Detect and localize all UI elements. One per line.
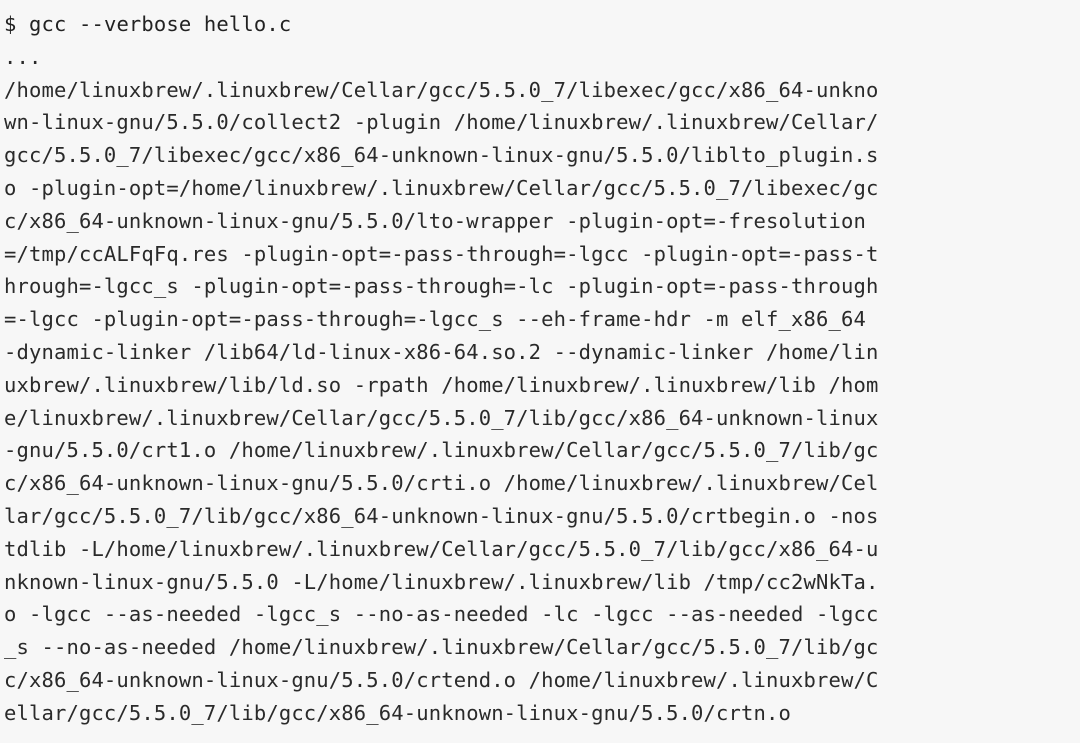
output-line: o -plugin-opt=/home/linuxbrew/.linuxbrew… <box>4 175 879 200</box>
output-line: =-lgcc -plugin-opt=-pass-through=-lgcc_s… <box>4 307 866 332</box>
output-line: c/x86_64-unknown-linux-gnu/5.5.0/lto-wra… <box>4 208 866 233</box>
output-line: tdlib -L/home/linuxbrew/.linuxbrew/Cella… <box>4 536 879 561</box>
output-line: e/linuxbrew/.linuxbrew/Cellar/gcc/5.5.0_… <box>4 405 879 430</box>
output-line: nknown-linux-gnu/5.5.0 -L/home/linuxbrew… <box>4 569 879 594</box>
output-line: o -lgcc --as-needed -lgcc_s --no-as-need… <box>4 602 879 627</box>
output-line: hrough=-lgcc_s -plugin-opt=-pass-through… <box>4 274 879 299</box>
output-line: wn-linux-gnu/5.5.0/collect2 -plugin /hom… <box>4 110 879 135</box>
output-line: -dynamic-linker /lib64/ld-linux-x86-64.s… <box>4 339 879 364</box>
command-text: gcc --verbose hello.c <box>29 12 292 36</box>
command-line: $ gcc --verbose hello.c <box>0 8 1080 41</box>
output-line: ellar/gcc/5.5.0_7/lib/gcc/x86_64-unknown… <box>4 700 791 725</box>
ellipsis-line: ... <box>4 44 42 69</box>
prompt-symbol: $ <box>4 12 17 36</box>
output-line: uxbrew/.linuxbrew/lib/ld.so -rpath /home… <box>4 372 879 397</box>
output-line: c/x86_64-unknown-linux-gnu/5.5.0/crtend.… <box>4 667 879 692</box>
output-line: gcc/5.5.0_7/libexec/gcc/x86_64-unknown-l… <box>4 143 879 168</box>
output-line: =/tmp/ccALFqFq.res -plugin-opt=-pass-thr… <box>4 241 879 266</box>
terminal-output-block: $ gcc --verbose hello.c ... /home/linuxb… <box>0 0 1080 743</box>
output-line: -gnu/5.5.0/crt1.o /home/linuxbrew/.linux… <box>4 438 879 463</box>
output-line: c/x86_64-unknown-linux-gnu/5.5.0/crti.o … <box>4 471 879 496</box>
output-line: /home/linuxbrew/.linuxbrew/Cellar/gcc/5.… <box>4 77 879 102</box>
output-line: lar/gcc/5.5.0_7/lib/gcc/x86_64-unknown-l… <box>4 503 879 528</box>
output-line: _s --no-as-needed /home/linuxbrew/.linux… <box>4 635 879 660</box>
